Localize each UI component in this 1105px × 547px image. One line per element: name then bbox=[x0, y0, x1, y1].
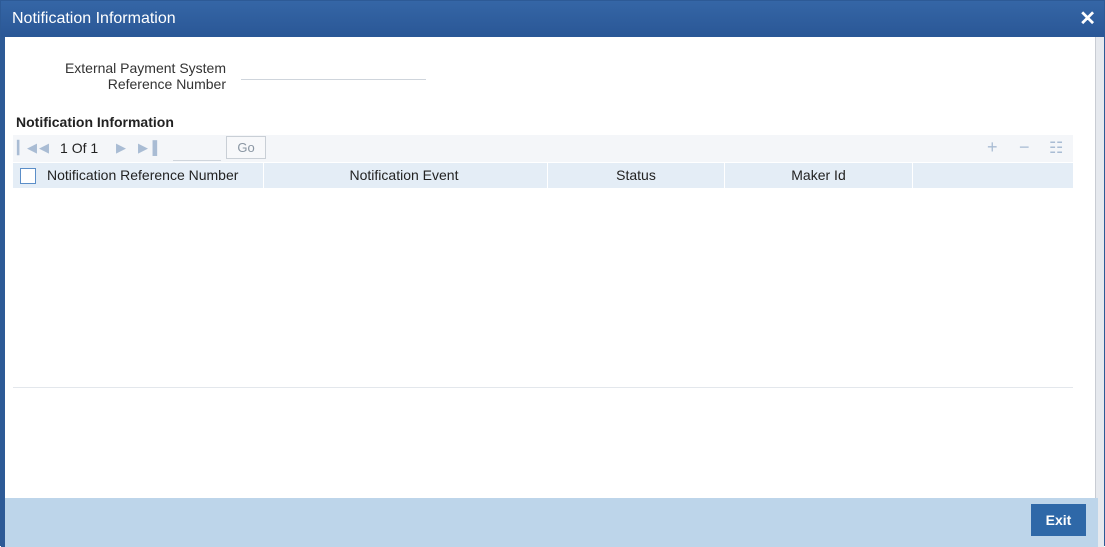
grid-header-row: Notification Reference Number Notificati… bbox=[13, 163, 1073, 188]
notification-dialog: Notification Information ✕ External Paym… bbox=[0, 0, 1105, 547]
first-page-icon[interactable]: ▎◀ bbox=[17, 140, 37, 156]
col-notification-event[interactable]: Notification Event bbox=[261, 163, 548, 188]
current-page: 1 bbox=[60, 140, 68, 156]
ext-ref-label: External Payment System Reference Number bbox=[41, 60, 226, 92]
next-page-icon[interactable]: ▶ bbox=[116, 140, 126, 156]
col-status[interactable]: Status bbox=[548, 163, 725, 188]
of-label: Of bbox=[71, 140, 87, 156]
ext-ref-input[interactable] bbox=[241, 63, 426, 80]
delete-row-icon[interactable]: − bbox=[1019, 137, 1030, 158]
dialog-title: Notification Information bbox=[12, 10, 176, 27]
col-notification-reference-number[interactable]: Notification Reference Number bbox=[43, 163, 264, 188]
page-indicator: 1 Of 1 bbox=[60, 140, 98, 156]
vertical-scrollbar[interactable] bbox=[1095, 37, 1104, 547]
col-maker-id[interactable]: Maker Id bbox=[725, 163, 913, 188]
select-all-checkbox[interactable] bbox=[20, 168, 36, 184]
add-row-icon[interactable]: + bbox=[987, 137, 998, 158]
last-page-icon[interactable]: ▶▐ bbox=[138, 140, 157, 156]
ext-ref-label-line1: External Payment System bbox=[64, 60, 226, 76]
left-border bbox=[1, 37, 5, 547]
ext-ref-label-line2: Reference Number bbox=[107, 76, 226, 92]
close-icon[interactable]: ✕ bbox=[1079, 7, 1096, 31]
go-button[interactable]: Go bbox=[226, 136, 266, 159]
footer-bar bbox=[5, 498, 1098, 547]
page-number-input[interactable] bbox=[173, 138, 221, 161]
total-pages: 1 bbox=[90, 140, 99, 156]
grid-toolbar: ▎◀ ◀ 1 Of 1 ▶ ▶▐ Go + − ☷ bbox=[13, 135, 1073, 162]
title-bar: Notification Information ✕ bbox=[1, 1, 1104, 37]
single-view-icon[interactable]: ☷ bbox=[1049, 138, 1063, 158]
notification-grid: ▎◀ ◀ 1 Of 1 ▶ ▶▐ Go + − ☷ Notification R… bbox=[13, 135, 1073, 388]
exit-button[interactable]: Exit bbox=[1031, 504, 1086, 536]
section-title: Notification Information bbox=[16, 114, 174, 130]
prev-page-icon[interactable]: ◀ bbox=[39, 140, 49, 156]
